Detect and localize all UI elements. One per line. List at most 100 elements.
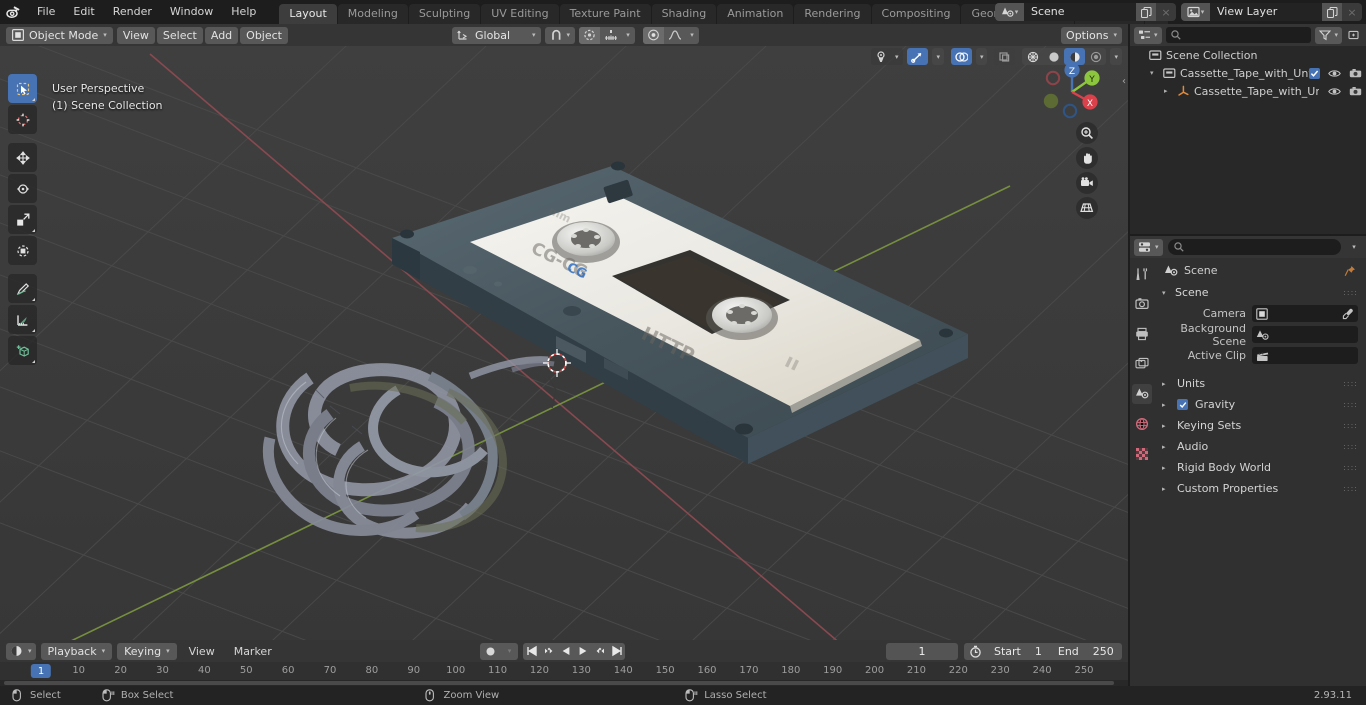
move-tool-button[interactable] (8, 143, 37, 172)
proportional-connected-toggle[interactable] (643, 26, 665, 44)
scene-selector[interactable]: ▾ Scene × (995, 3, 1176, 21)
timeline-scrollbar[interactable] (4, 681, 1114, 685)
navigation-gizmo[interactable]: Z Y X (1036, 56, 1108, 128)
playback-dropdown[interactable]: Playback ▾ (40, 642, 113, 660)
property-section-rigid-body-world[interactable]: ▸ Rigid Body World:::: (1154, 457, 1366, 478)
toggle-perspective-button[interactable] (1076, 197, 1098, 219)
tool-tab[interactable] (1132, 264, 1152, 284)
transform-orientation-dropdown[interactable]: Global ▾ (452, 26, 541, 44)
gizmo-dropdown[interactable]: ▾ (932, 48, 944, 65)
property-value-field[interactable] (1252, 326, 1358, 343)
snap-dropdown[interactable]: ▾ (544, 26, 576, 44)
cassette-tape-model[interactable]: CG-CG HTTP mm CG ▌▌ (0, 46, 1128, 640)
disable-in-renders-toggle[interactable] (1349, 86, 1362, 97)
transform-tool-button[interactable] (8, 236, 37, 265)
scene-name-field[interactable]: Scene (1024, 3, 1136, 21)
workspace-tab-modeling[interactable]: Modeling (337, 4, 408, 24)
outliner-display-mode[interactable]: ▾ (1134, 26, 1162, 44)
properties-search-input[interactable] (1167, 239, 1341, 255)
outliner-new-collection-button[interactable] (1346, 27, 1362, 44)
falloff-curve-dropdown[interactable]: ▾ (685, 27, 699, 44)
menu-file[interactable]: File (28, 3, 64, 21)
viewport-options-dropdown[interactable]: Options ▾ (1061, 26, 1122, 44)
new-scene-button[interactable] (1136, 3, 1156, 21)
jump-to-end-button[interactable] (608, 643, 625, 660)
render-tab[interactable] (1132, 294, 1152, 314)
tweak-select-tool-button[interactable] (8, 74, 37, 103)
view-layer-tab[interactable] (1132, 354, 1152, 374)
play-reverse-button[interactable] (557, 643, 574, 660)
workspace-tab-compositing[interactable]: Compositing (871, 4, 961, 24)
remove-view-layer-button[interactable]: × (1342, 3, 1362, 21)
workspace-tab-texture-paint[interactable]: Texture Paint (559, 4, 651, 24)
timeline-marker-menu[interactable]: Marker (227, 645, 279, 658)
property-section-audio[interactable]: ▸ Audio:::: (1154, 436, 1366, 457)
workspace-tab-animation[interactable]: Animation (717, 4, 794, 24)
menu-render[interactable]: Render (104, 3, 161, 21)
play-button[interactable] (574, 643, 591, 660)
end-frame-field[interactable]: End 250 (1050, 643, 1122, 660)
proportional-edit-toggle[interactable] (579, 26, 601, 44)
viewport-menu-select[interactable]: Select (156, 26, 203, 44)
collapse-sidebar-arrow[interactable]: ‹ (1122, 76, 1126, 87)
workspace-tab-sculpting[interactable]: Sculpting (408, 4, 481, 24)
outliner-search-input[interactable] (1165, 27, 1312, 43)
camera-view-button[interactable] (1076, 172, 1098, 194)
properties-options-dropdown[interactable]: ▾ (1346, 239, 1362, 256)
outliner-row[interactable]: ▾ Cassette_Tape_with_Unwoun (1130, 64, 1366, 82)
timeline-editor-type-button[interactable]: ▾ (6, 642, 36, 660)
texture-tab[interactable] (1132, 444, 1152, 464)
overlays-dropdown[interactable]: ▾ (975, 48, 988, 65)
outliner-filter-button[interactable]: ▾ (1315, 26, 1342, 44)
blender-logo-icon[interactable] (0, 0, 28, 24)
scene-tab[interactable] (1132, 384, 1152, 404)
outliner-row[interactable]: Scene Collection (1130, 46, 1366, 64)
section-checkbox[interactable] (1177, 399, 1188, 410)
current-frame-field[interactable]: 1 (886, 642, 958, 660)
menu-window[interactable]: Window (161, 3, 222, 21)
jump-to-prev-keyframe-button[interactable] (540, 643, 557, 660)
output-tab[interactable] (1132, 324, 1152, 344)
gizmo-toggle[interactable] (907, 48, 929, 65)
disclosure-triangle-icon[interactable]: ▸ (1164, 87, 1173, 95)
property-section-keying-sets[interactable]: ▸ Keying Sets:::: (1154, 415, 1366, 436)
remove-scene-button[interactable]: × (1156, 3, 1176, 21)
proportional-falloff-button[interactable] (600, 27, 621, 44)
scene-icon[interactable]: ▾ (995, 3, 1024, 21)
scene-panel-header[interactable]: ▾ Scene :::: (1154, 283, 1366, 302)
workspace-tab-layout[interactable]: Layout (279, 4, 337, 24)
shading-dropdown[interactable]: ▾ (1110, 48, 1122, 65)
add-cube-tool-button[interactable] (8, 336, 37, 365)
xray-toggle[interactable] (994, 48, 1016, 65)
object-mode-dropdown[interactable]: Object Mode ▾ (6, 26, 113, 44)
eyedropper-icon[interactable] (1342, 308, 1354, 320)
3d-viewport[interactable]: CG-CG HTTP mm CG ▌▌ User Perspective (1)… (0, 46, 1128, 640)
disclosure-triangle-icon[interactable]: ▾ (1150, 69, 1159, 77)
timeline-view-menu[interactable]: View (182, 645, 222, 658)
workspace-tab-rendering[interactable]: Rendering (794, 4, 871, 24)
hide-in-viewport-toggle[interactable] (1328, 68, 1341, 79)
timeline-ruler[interactable]: 10 20 30 40 50 60 70 80 90 100 110 120 130 140 150 160 1… (0, 662, 1128, 680)
property-value-field[interactable] (1252, 347, 1358, 364)
auto-keying-dropdown[interactable]: ▾ (501, 643, 518, 660)
viewport-menu-view[interactable]: View (116, 26, 155, 44)
annotate-tool-button[interactable] (8, 274, 37, 303)
menu-help[interactable]: Help (222, 3, 265, 21)
new-view-layer-button[interactable] (1322, 3, 1342, 21)
disable-in-renders-toggle[interactable] (1349, 68, 1362, 79)
start-frame-field[interactable]: Start 1 (986, 643, 1050, 660)
falloff-curve-preview[interactable] (664, 27, 685, 44)
stopwatch-icon[interactable] (964, 643, 986, 660)
pin-icon[interactable] (1344, 265, 1356, 277)
view-layer-name-field[interactable]: View Layer (1210, 3, 1322, 21)
property-value-field[interactable] (1252, 305, 1358, 322)
world-tab[interactable] (1132, 414, 1152, 434)
property-section-units[interactable]: ▸ Units:::: (1154, 373, 1366, 394)
record-icon[interactable] (480, 643, 501, 660)
workspace-tab-uv-editing[interactable]: UV Editing (481, 4, 559, 24)
object-types-visibility-dropdown[interactable]: ▾ (870, 48, 904, 65)
workspace-tab-shading[interactable]: Shading (651, 4, 717, 24)
outliner-row[interactable]: ▸ Cassette_Tape_with_Unw (1130, 82, 1366, 100)
collection-checkbox[interactable] (1309, 67, 1320, 79)
measure-tool-button[interactable] (8, 305, 37, 334)
